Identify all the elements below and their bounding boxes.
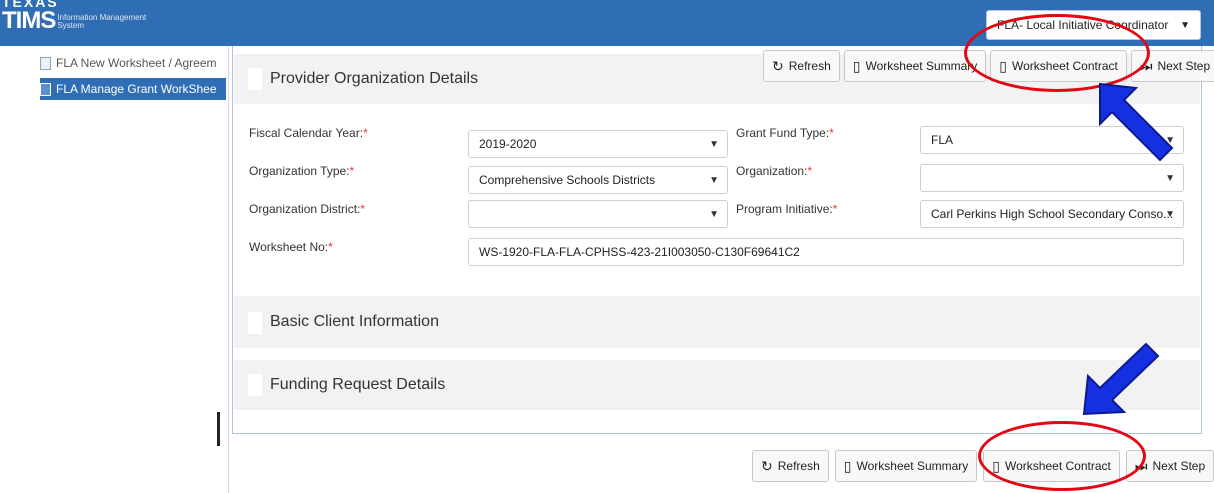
organization-label: Organization:* xyxy=(736,164,813,178)
logo-subtitle: Information Management System xyxy=(57,13,147,30)
document-icon: ▯ xyxy=(852,57,861,74)
chevron-down-icon: ▼ xyxy=(1165,209,1175,220)
app-logo[interactable]: TIMS Information Management System xyxy=(2,7,147,34)
program-initiative-select[interactable]: Carl Perkins High School Secondary Conso… xyxy=(920,200,1184,228)
worksheet-no-field[interactable]: WS-1920-FLA-FLA-CPHSS-423-21I003050-C130… xyxy=(468,238,1184,266)
organization-type-select[interactable]: Comprehensive Schools Districts ▼ xyxy=(468,166,728,194)
page: TEXAS TIMS Information Management System… xyxy=(0,0,1214,493)
organization-type-label: Organization Type:* xyxy=(249,164,355,178)
section-basic-client-information[interactable]: Basic Client Information xyxy=(234,296,1200,348)
chevron-down-icon: ▼ xyxy=(1180,20,1190,31)
section-title: Funding Request Details xyxy=(270,376,446,393)
chevron-down-icon: ▼ xyxy=(709,139,719,150)
sidebar-item-label: FLA New Worksheet / Agreem xyxy=(56,56,217,70)
organization-select[interactable]: ▼ xyxy=(920,164,1184,192)
collapse-icon xyxy=(248,374,262,396)
worksheet-no-label: Worksheet No:* xyxy=(249,240,333,254)
sidebar-item-new-worksheet[interactable]: FLA New Worksheet / Agreem xyxy=(40,52,226,74)
sidebar-item-label: FLA Manage Grant WorkShee xyxy=(56,82,217,96)
refresh-button[interactable]: ↻ Refresh xyxy=(752,450,829,482)
document-icon xyxy=(40,82,51,96)
sidebar: FLA New Worksheet / Agreem FLA Manage Gr… xyxy=(0,50,226,493)
section-title: Basic Client Information xyxy=(270,313,439,330)
worksheet-summary-button[interactable]: ▯ Worksheet Summary xyxy=(834,450,978,482)
organization-district-label: Organization District:* xyxy=(249,202,366,216)
organization-district-select[interactable]: ▼ xyxy=(468,200,728,228)
chevron-down-icon: ▼ xyxy=(709,175,719,186)
refresh-icon: ↻ xyxy=(772,57,784,74)
grant-fund-type-label: Grant Fund Type:* xyxy=(736,126,834,140)
document-icon: ▯ xyxy=(843,457,852,474)
sidebar-splitter-handle[interactable] xyxy=(217,412,220,446)
fiscal-year-select[interactable]: 2019-2020 ▼ xyxy=(468,130,728,158)
annotation-arrow-icon xyxy=(1082,342,1160,416)
chevron-down-icon: ▼ xyxy=(1165,173,1175,184)
collapse-icon xyxy=(248,68,262,90)
fiscal-year-label: Fiscal Calendar Year:* xyxy=(249,126,368,140)
section-funding-request-details[interactable]: Funding Request Details xyxy=(234,360,1200,410)
chevron-down-icon: ▼ xyxy=(709,209,719,220)
section-title: Provider Organization Details xyxy=(270,70,479,87)
document-icon xyxy=(40,56,51,70)
collapse-icon xyxy=(248,312,262,334)
highlight-ellipse-top xyxy=(964,14,1150,92)
sidebar-item-manage-grant-worksheet[interactable]: FLA Manage Grant WorkShee xyxy=(40,78,226,100)
program-initiative-label: Program Initiative:* xyxy=(736,202,838,216)
logo-text: TIMS xyxy=(2,7,56,34)
refresh-icon: ↻ xyxy=(761,457,773,474)
highlight-ellipse-bottom xyxy=(978,421,1146,491)
worksheet-panel: Provider Organization Details Fiscal Cal… xyxy=(232,46,1202,434)
annotation-arrow-icon xyxy=(1099,82,1174,162)
sidebar-divider xyxy=(228,46,229,493)
refresh-button[interactable]: ↻ Refresh xyxy=(763,50,840,82)
